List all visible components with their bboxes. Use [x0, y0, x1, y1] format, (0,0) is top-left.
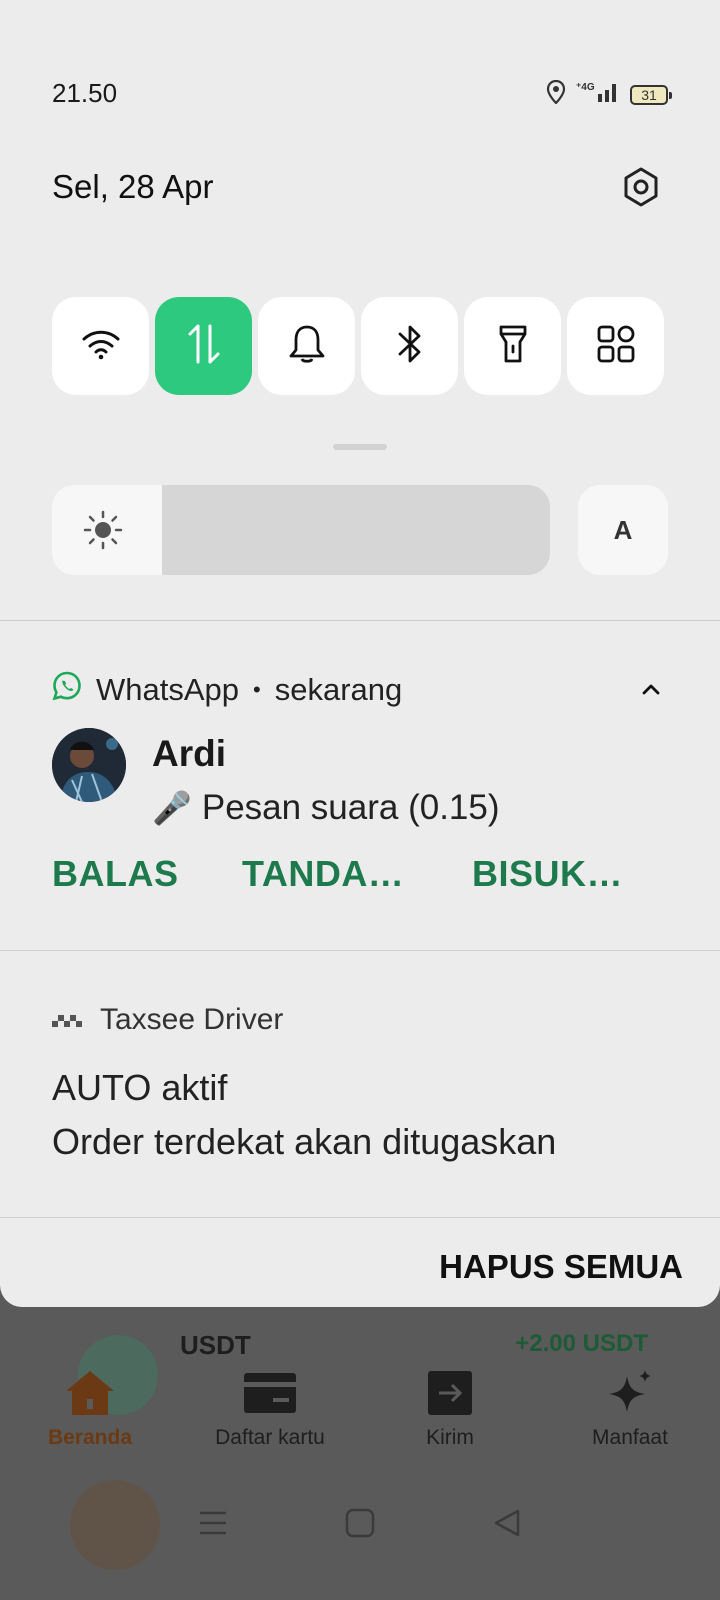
collapse-button[interactable] — [636, 676, 666, 706]
status-time: 21.50 — [52, 78, 118, 108]
whatsapp-notification-header[interactable]: WhatsApp • sekarang — [52, 671, 402, 709]
nav-label-beranda: Beranda — [47, 1426, 133, 1449]
tile-more[interactable] — [567, 297, 664, 395]
background-bottom-nav: Beranda Daftar kartu Kirim Manfaat — [0, 1360, 720, 1460]
taxsee-title: AUTO aktif — [52, 1067, 228, 1108]
nav-item-manfaat: Manfaat — [540, 1360, 720, 1460]
home-icon — [63, 1366, 117, 1420]
svg-text:⁺4G: ⁺4G — [576, 82, 595, 93]
background-row-title: USDT — [180, 1330, 251, 1360]
nav-item-beranda: Beranda — [0, 1360, 180, 1460]
divider — [0, 950, 720, 951]
location-icon — [546, 79, 566, 109]
settings-button[interactable] — [620, 167, 662, 212]
tile-flashlight[interactable] — [464, 297, 561, 395]
battery-icon: 31 — [630, 84, 672, 105]
notification-actions: BALAS TANDA… BISUK… — [52, 853, 672, 903]
quick-settings-tiles — [52, 297, 664, 395]
bluetooth-icon — [395, 323, 425, 370]
microphone-icon: 🎤 — [152, 790, 192, 826]
clear-all-button[interactable]: HAPUS SEMUA — [439, 1248, 683, 1286]
message-preview: 🎤 Pesan suara (0.15) — [152, 788, 500, 828]
nav-item-daftar-kartu: Daftar kartu — [180, 1360, 360, 1460]
data-transfer-icon — [184, 322, 224, 371]
back-icon[interactable] — [492, 1508, 522, 1543]
nav-item-kirim: Kirim — [360, 1360, 540, 1460]
mute-button[interactable]: BISUK… — [472, 853, 623, 895]
avatar — [52, 728, 126, 802]
tile-mobile-data[interactable] — [155, 297, 252, 395]
background-app: USDT +2.00 USDT Beranda Daftar kartu Kir… — [0, 1280, 720, 1600]
nav-label-kirim: Kirim — [426, 1426, 474, 1449]
tile-wifi[interactable] — [52, 297, 149, 395]
taxsee-notification-header[interactable]: Taxsee Driver — [52, 1003, 283, 1037]
wifi-icon — [81, 328, 121, 365]
sender-name: Ardi — [152, 733, 226, 774]
notification-separator: • — [253, 677, 261, 702]
whatsapp-app-name: WhatsApp — [96, 672, 240, 707]
taxsee-app-name: Taxsee Driver — [100, 1003, 284, 1036]
gear-icon — [621, 167, 661, 212]
home-square-icon[interactable] — [345, 1508, 375, 1543]
brightness-slider[interactable] — [52, 485, 550, 575]
nav-label-manfaat: Manfaat — [592, 1426, 668, 1449]
tile-sound[interactable] — [258, 297, 355, 395]
menu-icon[interactable] — [198, 1510, 228, 1541]
taxi-checker-icon — [52, 1003, 84, 1037]
system-nav-bar — [0, 1480, 720, 1570]
taxsee-text: Order terdekat akan ditugaskan — [52, 1121, 557, 1162]
mark-read-button[interactable]: TANDA… — [242, 853, 404, 895]
auto-brightness-button[interactable]: A — [578, 485, 668, 575]
whatsapp-time: sekarang — [274, 672, 403, 707]
reply-button[interactable]: BALAS — [52, 853, 179, 895]
grid-icon — [597, 325, 635, 368]
nav-label-daftar-kartu: Daftar kartu — [215, 1426, 325, 1449]
card-icon — [243, 1366, 297, 1420]
divider — [0, 1217, 720, 1218]
flashlight-icon — [498, 324, 528, 369]
send-icon — [423, 1366, 477, 1420]
background-row-amount: +2.00 USDT — [515, 1330, 648, 1357]
divider — [0, 620, 720, 621]
sun-icon — [82, 509, 124, 551]
signal-icon: ⁺4G — [576, 80, 620, 109]
message-text: Pesan suara (0.15) — [201, 788, 500, 827]
date-label: Sel, 28 Apr — [52, 168, 214, 205]
status-icons: ⁺4G 31 — [546, 79, 672, 109]
notification-shade: 21.50 ⁺4G 31 Sel, 28 Apr A WhatsApp • se… — [0, 0, 720, 1307]
whatsapp-icon — [52, 671, 82, 709]
chevron-up-icon — [641, 682, 661, 701]
sparkle-icon — [603, 1366, 657, 1420]
tile-bluetooth[interactable] — [361, 297, 458, 395]
shade-drag-handle[interactable] — [333, 444, 387, 450]
bell-icon — [288, 324, 326, 369]
